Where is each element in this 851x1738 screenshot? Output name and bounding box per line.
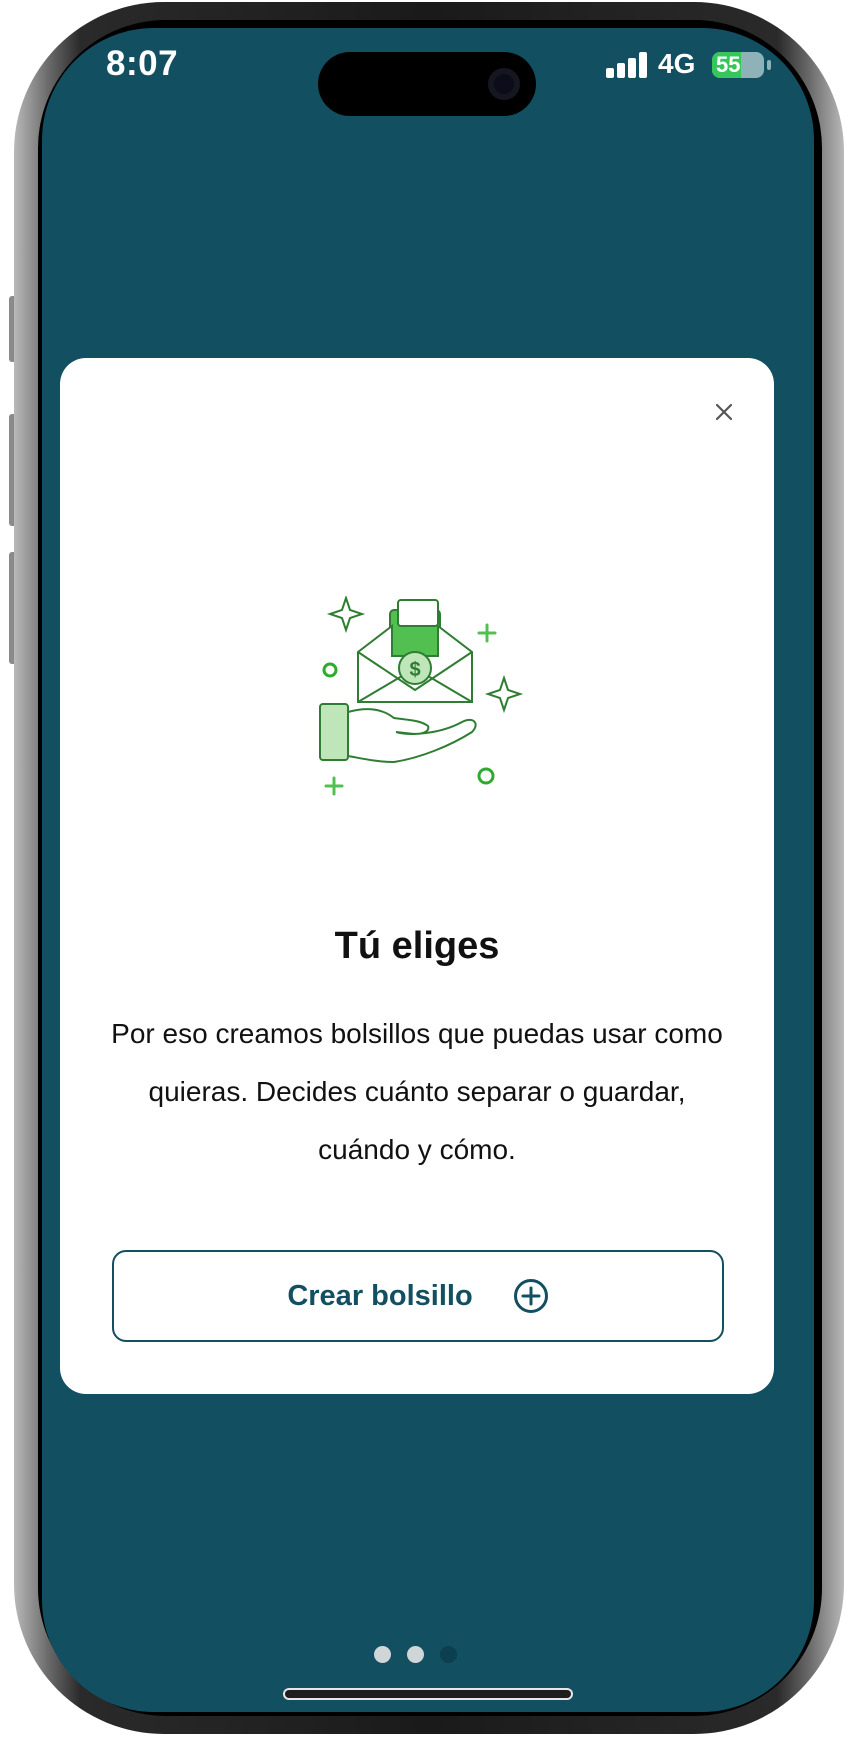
close-button[interactable] xyxy=(704,392,744,432)
battery-icon: 55 xyxy=(712,52,764,78)
create-pocket-button[interactable]: Crear bolsillo xyxy=(112,1250,724,1342)
network-type: 4G xyxy=(658,48,696,79)
home-indicator[interactable] xyxy=(285,1690,571,1698)
svg-text:$: $ xyxy=(409,659,420,681)
page-indicator xyxy=(374,1646,457,1663)
plus-circle-icon xyxy=(513,1279,548,1313)
cellular-signal-icon xyxy=(606,52,647,78)
page-dot-1[interactable] xyxy=(374,1646,391,1663)
camera-icon xyxy=(488,68,520,100)
dynamic-island xyxy=(318,52,536,116)
status-time: 8:07 xyxy=(106,44,179,83)
page-dot-2[interactable] xyxy=(407,1646,424,1663)
modal-description: Por eso creamos bolsillos que puedas usa… xyxy=(111,1018,723,1165)
hand-holding-money-envelope-illustration: $ xyxy=(310,594,540,812)
modal-card xyxy=(60,358,774,1394)
modal-title: Tú eliges xyxy=(334,925,500,967)
page-dot-3-active[interactable] xyxy=(440,1646,457,1663)
close-icon xyxy=(715,403,733,421)
battery-tip xyxy=(767,60,771,70)
create-pocket-label: Crear bolsillo xyxy=(287,1279,473,1312)
battery-level: 55 xyxy=(716,52,741,77)
